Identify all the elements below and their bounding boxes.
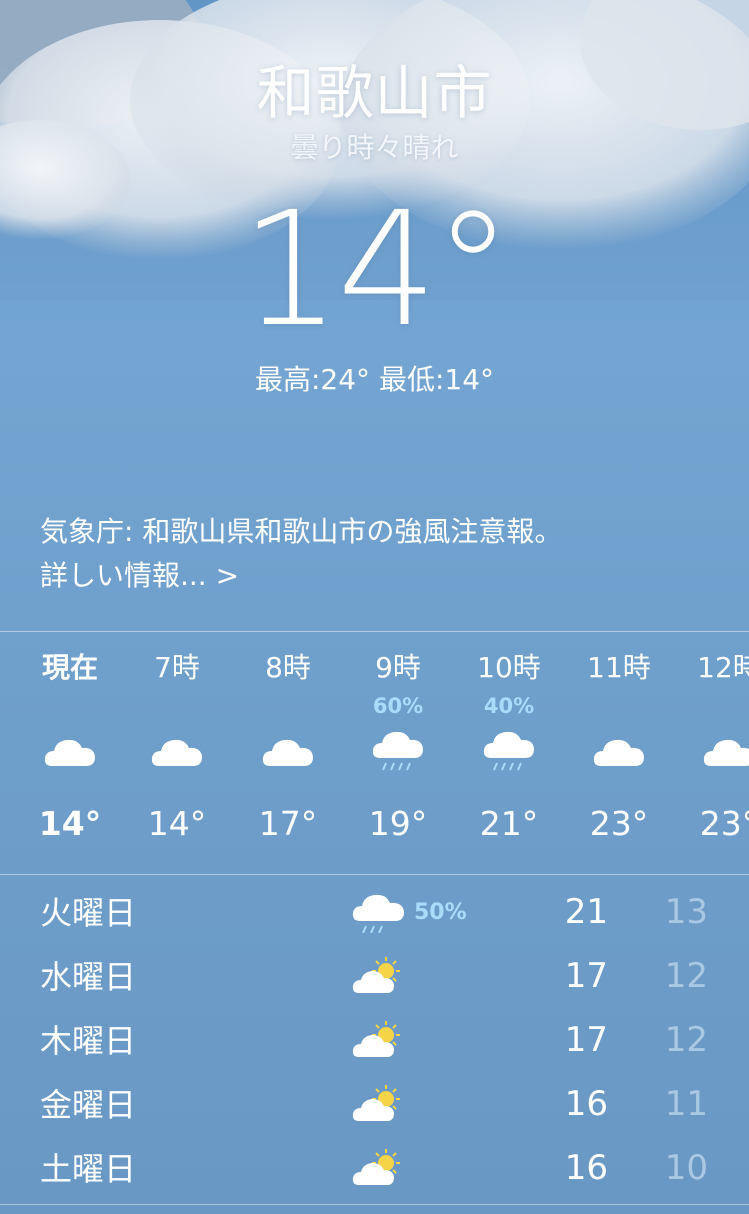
hourly-forecast[interactable]: 現在 14° 7時 14° 8時 17° 9時 60% 19° 10時 40% …	[0, 631, 749, 875]
hourly-item: 7時 14°	[122, 632, 232, 872]
high-temperature: 17	[564, 956, 608, 996]
hour-label: 12時	[697, 651, 749, 684]
hourly-item: 10時 40% 21°	[454, 632, 564, 872]
hour-label: 7時	[154, 651, 200, 684]
precip-chance: 50%	[414, 900, 467, 925]
hour-label: 10時	[477, 651, 541, 684]
daily-row: 木曜日 17 12	[0, 1009, 749, 1073]
city-name: 和歌山市	[256, 59, 493, 127]
hour-temperature: 23°	[699, 804, 749, 843]
day-name: 木曜日	[40, 1022, 137, 1060]
cloud-rain-icon	[352, 894, 404, 934]
hour-temperature: 19°	[368, 804, 428, 843]
hourly-item: 12時 23°	[674, 632, 749, 872]
daily-row: 土曜日 16 10	[0, 1137, 749, 1201]
partly-sunny-icon	[352, 1021, 400, 1057]
current-temperature: 14°	[240, 178, 512, 362]
hour-temperature: 14°	[38, 804, 102, 843]
high-temperature: 17	[564, 1020, 608, 1060]
partly-sunny-icon	[352, 1085, 400, 1121]
weather-condition: 曇り時々晴れ	[290, 131, 459, 164]
daily-row: 金曜日 16 11	[0, 1073, 749, 1137]
cloud-rain-icon	[372, 731, 423, 771]
partly-sunny-icon	[352, 957, 400, 993]
hourly-item: 11時 23°	[564, 632, 674, 872]
high-temperature: 16	[564, 1084, 608, 1124]
day-name: 土曜日	[40, 1150, 137, 1188]
low-temperature: 12	[664, 956, 708, 996]
hour-label: 9時	[375, 651, 421, 684]
hour-label: 現在	[41, 651, 98, 684]
cloud-icon	[262, 739, 313, 766]
high-temperature: 16	[564, 1148, 608, 1188]
hourly-item: 8時 17°	[233, 632, 343, 872]
precip-chance: 60%	[372, 694, 424, 718]
day-name: 火曜日	[40, 894, 137, 932]
hour-temperature: 21°	[479, 804, 539, 843]
cloud-icon	[151, 739, 202, 766]
weather-alert[interactable]: 気象庁: 和歌山県和歌山市の強風注意報。 詳しい情報... >	[40, 510, 730, 598]
low-temperature: 10	[664, 1148, 708, 1188]
day-name: 金曜日	[40, 1086, 137, 1124]
hour-temperature: 23°	[589, 804, 649, 843]
divider	[0, 1204, 749, 1205]
high-temperature: 21	[564, 892, 608, 932]
cloud-icon	[44, 739, 95, 766]
hour-label: 8時	[265, 651, 311, 684]
cloud-icon	[593, 739, 644, 766]
partly-sunny-icon	[352, 1149, 400, 1185]
low-temperature: 11	[664, 1084, 708, 1124]
low-temperature: 12	[664, 1020, 708, 1060]
hour-temperature: 17°	[258, 804, 318, 843]
header: 和歌山市 曇り時々晴れ	[0, 58, 749, 168]
hourly-item: 9時 60% 19°	[343, 632, 453, 872]
high-low-temperature: 最高:24° 最低:14°	[254, 363, 495, 396]
cloud-rain-icon	[483, 731, 534, 771]
daily-row: 水曜日 17 12	[0, 945, 749, 1009]
daily-row: 火曜日 50% 21 13	[0, 881, 749, 945]
cloud-icon	[703, 739, 749, 766]
low-temperature: 13	[664, 892, 708, 932]
hour-label: 11時	[587, 651, 651, 684]
day-name: 水曜日	[40, 958, 137, 996]
alert-text: 気象庁: 和歌山県和歌山市の強風注意報。	[40, 515, 563, 548]
precip-chance: 40%	[483, 694, 535, 718]
alert-more-link[interactable]: 詳しい情報... >	[40, 554, 239, 598]
hourly-item: 現在 14°	[15, 632, 125, 872]
hour-temperature: 14°	[147, 804, 207, 843]
